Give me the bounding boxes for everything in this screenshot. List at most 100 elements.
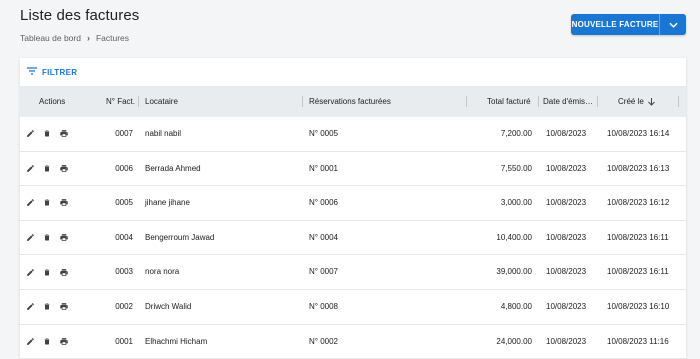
column-created-label: Créé le (618, 97, 644, 106)
invoice-number: 0007 (115, 129, 133, 138)
edit-icon[interactable] (26, 337, 35, 346)
row-actions (26, 152, 69, 186)
column-issue-date[interactable]: Date d'émis… (543, 86, 593, 117)
edit-icon[interactable] (26, 268, 35, 277)
issue-date: 10/08/2023 (546, 336, 587, 346)
delete-icon[interactable] (43, 302, 51, 311)
issue-date: 10/08/2023 (546, 267, 587, 277)
table-row[interactable]: 0003 nora nora N° 0007 39,000.00 10/08/2… (20, 255, 686, 290)
table-row[interactable]: 0007 nabil nabil N° 0005 7,200.00 10/08/… (20, 117, 686, 152)
reservation-ref: N° 0006 (309, 198, 338, 208)
delete-icon[interactable] (43, 337, 51, 346)
row-actions (26, 325, 69, 359)
reservation-ref: N° 0004 (309, 232, 338, 242)
edit-icon[interactable] (26, 164, 35, 173)
print-icon[interactable] (59, 337, 69, 346)
print-icon[interactable] (59, 198, 69, 207)
table-row[interactable]: 0004 Bengerroum Jawad N° 0004 10,400.00 … (20, 221, 686, 256)
total-amount: 39,000.00 (496, 267, 532, 277)
tenant-name: Driwch Walid (145, 301, 192, 311)
created-at: 10/08/2023 11:16 (607, 336, 669, 346)
column-separator[interactable] (538, 96, 539, 107)
delete-icon[interactable] (43, 233, 51, 242)
print-icon[interactable] (59, 268, 69, 277)
table-row[interactable]: 0001 Elhachmi Hicham N° 0002 24,000.00 1… (20, 325, 686, 359)
delete-icon[interactable] (43, 198, 51, 207)
invoice-number: 0005 (115, 198, 133, 208)
column-reservations[interactable]: Réservations facturées (309, 86, 391, 117)
column-separator[interactable] (678, 96, 679, 107)
print-icon[interactable] (59, 302, 69, 311)
edit-icon[interactable] (26, 198, 35, 207)
edit-icon[interactable] (26, 302, 35, 311)
created-at: 10/08/2023 16:12 (607, 198, 670, 208)
total-amount: 3,000.00 (500, 198, 532, 208)
row-actions (26, 290, 69, 324)
arrow-down-icon (647, 97, 655, 106)
row-actions (26, 117, 69, 151)
print-icon[interactable] (59, 164, 69, 173)
issue-date: 10/08/2023 (546, 198, 587, 208)
column-created[interactable]: Créé le (618, 86, 655, 117)
column-actions: Actions (39, 97, 66, 106)
row-actions (26, 221, 69, 255)
chevron-down-icon[interactable] (660, 22, 686, 28)
total-amount: 7,550.00 (500, 163, 532, 173)
filter-label: FILTRER (42, 67, 78, 77)
filter-button[interactable]: FILTRER (20, 58, 686, 86)
edit-icon[interactable] (26, 129, 35, 138)
edit-icon[interactable] (26, 233, 35, 242)
reservation-ref: N° 0007 (309, 267, 338, 277)
created-at: 10/08/2023 16:10 (607, 301, 670, 311)
print-icon[interactable] (59, 233, 69, 242)
row-actions (26, 186, 69, 220)
issue-date: 10/08/2023 (546, 163, 587, 173)
table-row[interactable]: 0002 Driwch Walid N° 0008 4,800.00 10/08… (20, 290, 686, 325)
total-amount: 4,800.00 (500, 301, 532, 311)
row-actions (26, 255, 69, 289)
invoice-number: 0003 (115, 267, 133, 277)
total-amount: 10,400.00 (496, 232, 532, 242)
invoice-number: 0006 (115, 163, 133, 173)
breadcrumb-invoices: Factures (95, 33, 130, 43)
reservation-ref: N° 0002 (309, 336, 338, 346)
column-tenant[interactable]: Locataire (145, 86, 178, 117)
delete-icon[interactable] (43, 164, 51, 173)
reservation-ref: N° 0005 (309, 129, 338, 138)
new-invoice-button[interactable]: NOUVELLE FACTURE (571, 14, 686, 35)
print-icon[interactable] (59, 129, 69, 138)
table-body: 0007 nabil nabil N° 0005 7,200.00 10/08/… (20, 117, 686, 359)
issue-date: 10/08/2023 (546, 232, 587, 242)
invoice-number: 0004 (115, 232, 133, 242)
issue-date: 10/08/2023 (546, 129, 587, 138)
column-separator[interactable] (138, 96, 139, 107)
tenant-name: Elhachmi Hicham (145, 336, 208, 346)
tenant-name: Berrada Ahmed (145, 163, 201, 173)
total-amount: 7,200.00 (500, 129, 532, 138)
column-separator[interactable] (466, 96, 467, 107)
new-invoice-label[interactable]: NOUVELLE FACTURE (571, 14, 660, 35)
column-number[interactable]: N° Fact. (106, 86, 135, 117)
column-separator[interactable] (302, 96, 303, 107)
created-at: 10/08/2023 16:13 (607, 163, 670, 173)
invoices-card: FILTRER Actions N° Fact. Locataire Réser… (20, 58, 686, 359)
created-at: 10/08/2023 16:11 (607, 267, 669, 277)
issue-date: 10/08/2023 (546, 301, 587, 311)
tenant-name: nora nora (145, 267, 180, 277)
delete-icon[interactable] (43, 129, 51, 138)
column-total[interactable]: Total facturé (487, 86, 531, 117)
table-row[interactable]: 0005 jihane jihane N° 0006 3,000.00 10/0… (20, 186, 686, 221)
created-at: 10/08/2023 16:11 (607, 232, 669, 242)
delete-icon[interactable] (43, 268, 51, 277)
reservation-ref: N° 0008 (309, 301, 338, 311)
table-row[interactable]: 0006 Berrada Ahmed N° 0001 7,550.00 10/0… (20, 152, 686, 187)
invoice-number: 0001 (115, 336, 133, 346)
column-separator[interactable] (597, 96, 598, 107)
total-amount: 24,000.00 (496, 336, 532, 346)
breadcrumb: Tableau de bord › Factures (20, 33, 129, 43)
reservation-ref: N° 0001 (309, 163, 338, 173)
filter-icon (27, 67, 37, 77)
page-title: Liste des factures (20, 7, 140, 24)
breadcrumb-dashboard[interactable]: Tableau de bord (20, 33, 81, 43)
tenant-name: nabil nabil (145, 129, 182, 138)
